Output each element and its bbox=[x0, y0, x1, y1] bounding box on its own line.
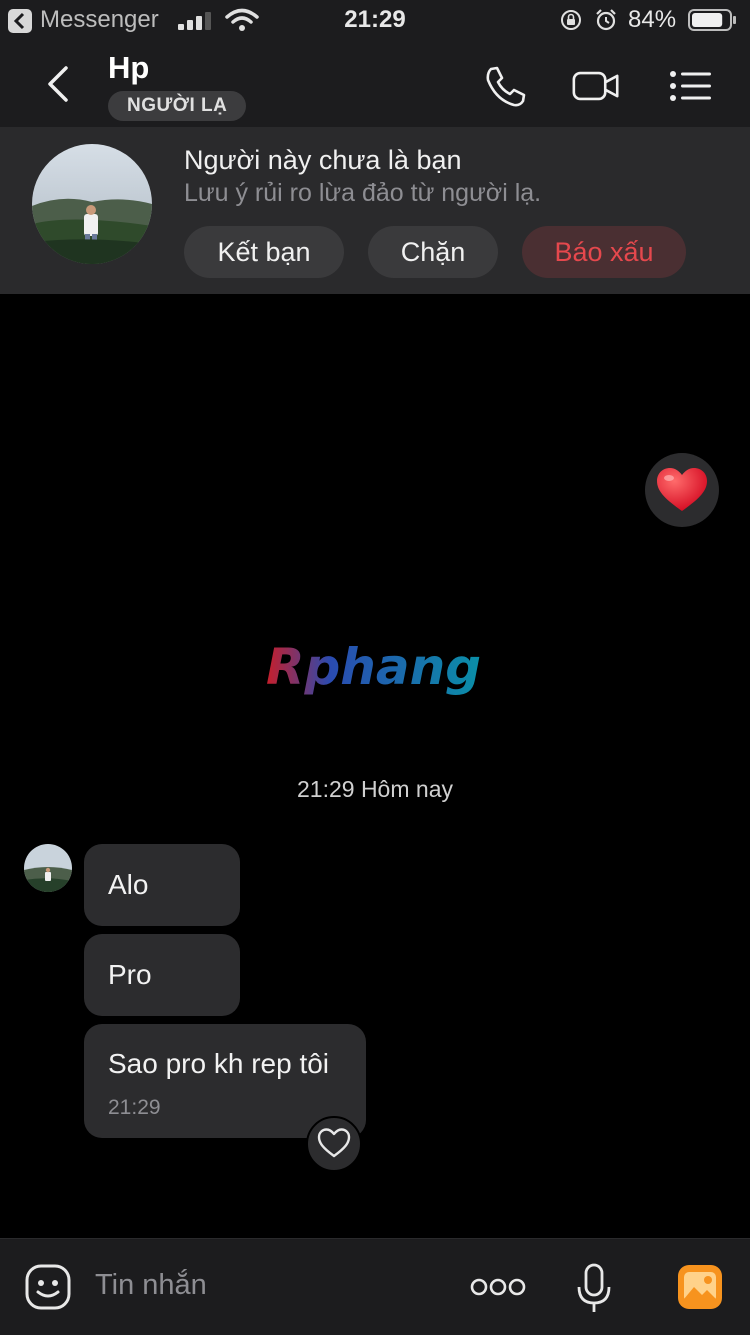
banner-subtitle: Lưu ý rủi ro lừa đảo từ người lạ. bbox=[184, 179, 542, 207]
message-time: 21:29 bbox=[108, 1096, 161, 1119]
message-bubble[interactable]: Alo bbox=[84, 844, 240, 926]
menu-list-icon[interactable] bbox=[668, 64, 716, 108]
message-text: Sao pro kh rep tôi bbox=[108, 1048, 330, 1079]
heart-outline-icon bbox=[317, 1128, 351, 1158]
more-options-icon[interactable] bbox=[470, 1274, 526, 1300]
message-text: Alo bbox=[108, 869, 149, 900]
stranger-warning-banner: Người này chưa là bạn Lưu ý rủi ro lừa đ… bbox=[0, 128, 750, 294]
heart-reaction-message[interactable] bbox=[645, 453, 719, 527]
image-gallery-icon[interactable] bbox=[676, 1263, 724, 1311]
microphone-icon[interactable] bbox=[576, 1263, 612, 1315]
back-to-app-label[interactable]: Messenger bbox=[40, 6, 159, 34]
clock: 21:29 bbox=[344, 6, 406, 33]
sender-avatar[interactable] bbox=[24, 844, 72, 892]
add-friend-button[interactable]: Kết bạn bbox=[184, 226, 344, 278]
wifi-icon bbox=[225, 8, 259, 31]
chat-header: Hp NGƯỜI LẠ bbox=[0, 40, 750, 128]
cellular-signal-icon bbox=[178, 12, 211, 30]
battery-icon bbox=[688, 9, 736, 31]
block-button[interactable]: Chặn bbox=[368, 226, 498, 278]
react-heart-button[interactable] bbox=[306, 1116, 362, 1172]
battery-percentage: 84% bbox=[628, 6, 677, 33]
video-call-icon[interactable] bbox=[572, 64, 620, 108]
rotation-lock-icon bbox=[561, 10, 581, 30]
sticker-emoji-icon[interactable] bbox=[24, 1263, 72, 1311]
status-bar: Messenger 21:29 84% bbox=[0, 0, 750, 40]
report-button[interactable]: Báo xấu bbox=[522, 226, 686, 278]
date-divider: 21:29 Hôm nay bbox=[297, 776, 453, 802]
stranger-badge: NGƯỜI LẠ bbox=[108, 91, 247, 121]
alarm-icon bbox=[596, 9, 616, 31]
back-arrow-icon[interactable] bbox=[38, 62, 78, 106]
svg-text:Rphang: Rphang bbox=[266, 638, 481, 696]
message-input[interactable]: Tin nhắn bbox=[95, 1269, 207, 1302]
phone-call-icon[interactable] bbox=[482, 64, 530, 108]
banner-title: Người này chưa là bạn bbox=[184, 145, 462, 175]
back-to-app-icon[interactable] bbox=[8, 9, 32, 33]
message-text: Pro bbox=[108, 959, 152, 990]
watermark-logo: Rphang bbox=[266, 638, 481, 696]
conversation-title[interactable]: Hp bbox=[108, 50, 149, 86]
message-bubble[interactable]: Pro bbox=[84, 934, 240, 1016]
contact-avatar[interactable] bbox=[32, 144, 152, 264]
message-input-bar: Tin nhắn bbox=[0, 1238, 750, 1335]
